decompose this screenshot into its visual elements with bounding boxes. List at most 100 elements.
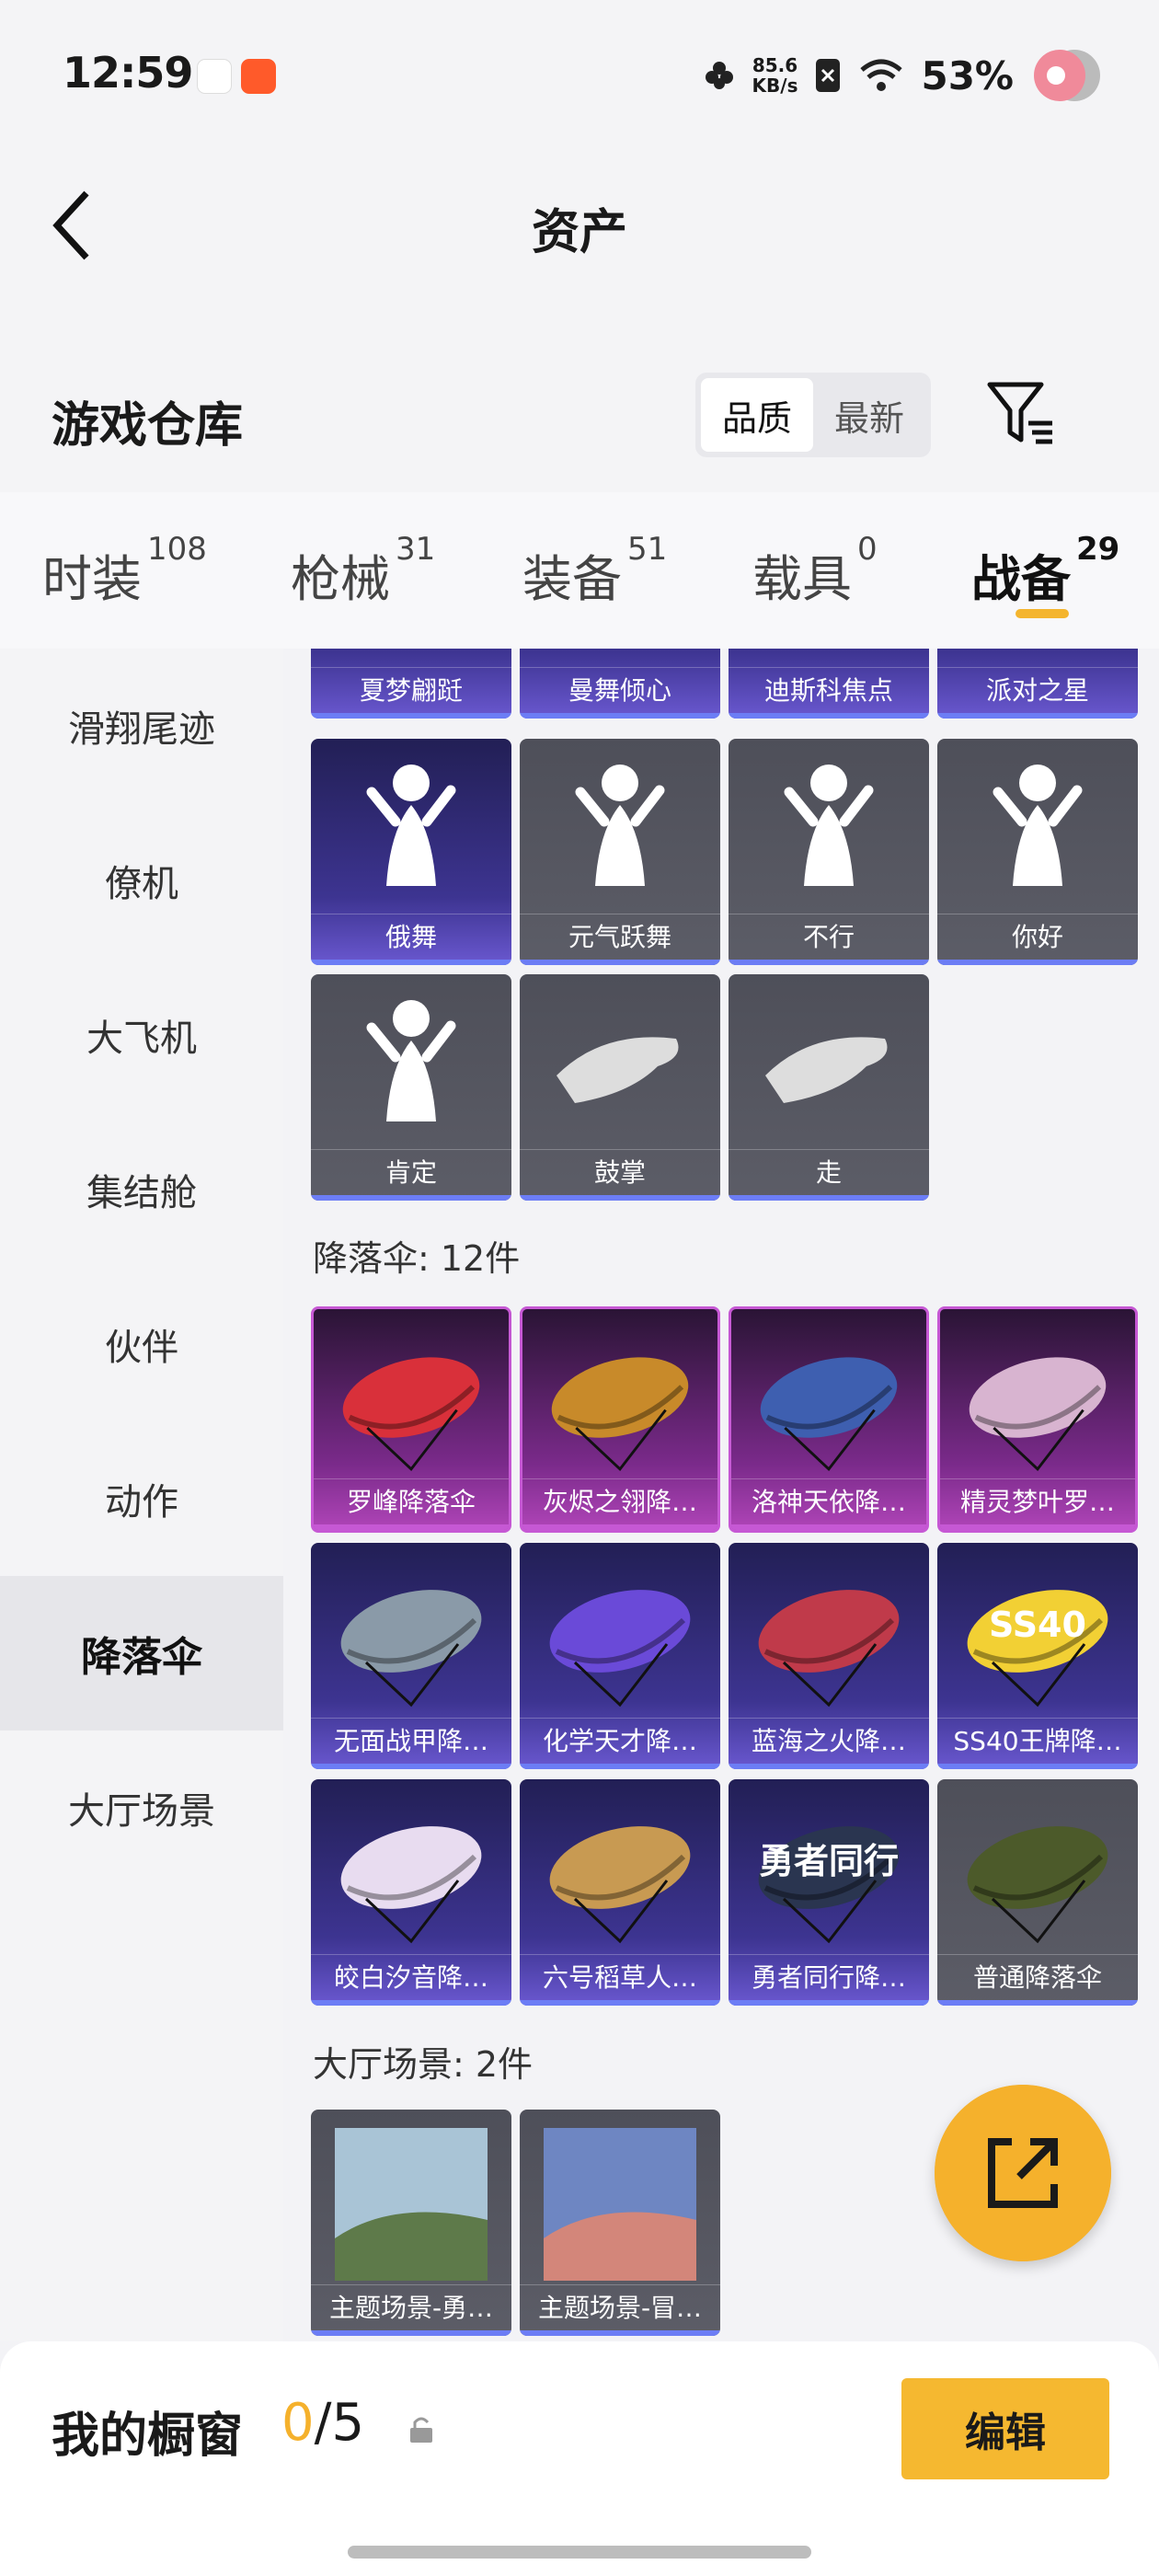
rarity-bar	[520, 2330, 720, 2336]
item-label: 不行	[729, 914, 929, 960]
sidebar-item-partner[interactable]: 伙伴	[0, 1267, 283, 1421]
showcase-total: /5	[314, 2393, 365, 2453]
tab-vehicles[interactable]: 载具0	[752, 531, 878, 611]
item-art	[784, 765, 874, 886]
tab-guns[interactable]: 枪械31	[291, 531, 435, 611]
item-label: 灰烬之翎降…	[522, 1478, 717, 1524]
item-label: 罗峰降落伞	[314, 1478, 509, 1524]
home-indicator	[348, 2546, 811, 2559]
svg-text:勇者同行: 勇者同行	[759, 1841, 899, 1881]
tab-label: 战备	[971, 550, 1071, 608]
warehouse-title: 游戏仓库	[52, 398, 244, 454]
item-label: 无面战甲降…	[311, 1718, 511, 1764]
tab-equipment[interactable]: 装备51	[522, 531, 667, 611]
sort-latest-option[interactable]: 最新	[813, 378, 925, 452]
item-art	[758, 1590, 900, 1708]
tab-count: 29	[1076, 531, 1120, 568]
action-card[interactable]: 曼舞倾心	[520, 649, 720, 719]
parachute-card[interactable]: 灰烬之翎降…	[520, 1306, 720, 1533]
rarity-bar	[520, 713, 720, 719]
sidebar: 滑翔尾迹 僚机 大飞机 集结舱 伙伴 动作 降落伞 大厅场景	[0, 649, 283, 2341]
rarity-bar	[520, 1195, 720, 1202]
lobby-section-header: 大厅场景: 2件	[313, 2044, 534, 2085]
action-card[interactable]: 肯定	[311, 974, 511, 1202]
share-icon[interactable]	[935, 2085, 1111, 2261]
item-label: 走	[729, 1149, 929, 1195]
item-label: 蓝海之火降…	[729, 1718, 929, 1764]
parachute-card[interactable]: 蓝海之火降…	[729, 1543, 929, 1769]
item-label: 夏梦翩跹	[311, 667, 511, 713]
filter-icon[interactable]	[984, 377, 1058, 451]
action-card[interactable]: 不行	[729, 739, 929, 965]
rarity-bar	[937, 960, 1138, 965]
lobby-scene-card[interactable]: 主题场景-冒…	[520, 2110, 720, 2336]
parachute-card[interactable]: 勇者同行 勇者同行降…	[729, 1779, 929, 2006]
rarity-bar	[522, 1524, 717, 1530]
tab-count: 51	[627, 531, 668, 568]
edit-button[interactable]: 编辑	[901, 2378, 1109, 2479]
sidebar-item-actions[interactable]: 动作	[0, 1421, 283, 1576]
active-tab-indicator	[1016, 609, 1069, 618]
action-card[interactable]: 迪斯科焦点	[729, 649, 929, 719]
action-card[interactable]: 鼓掌	[520, 974, 720, 1202]
item-art	[551, 1357, 689, 1472]
rarity-bar	[311, 713, 511, 719]
parachute-card[interactable]: 洛神天依降…	[729, 1306, 929, 1533]
parachute-card[interactable]: 精灵梦叶罗…	[937, 1306, 1138, 1533]
rarity-bar	[937, 1764, 1138, 1769]
tab-label: 装备	[522, 550, 622, 608]
parachute-card[interactable]: 皎白汐音降…	[311, 1779, 511, 2006]
item-label: 皎白汐音降…	[311, 1954, 511, 2000]
showcase-current: 0	[281, 2393, 315, 2453]
item-label: 你好	[937, 914, 1138, 960]
sort-quality-option[interactable]: 品质	[701, 378, 813, 452]
parachute-card[interactable]: SS40 SS40王牌降…	[937, 1543, 1138, 1769]
item-label: 肯定	[311, 1149, 511, 1195]
sidebar-item-parachute[interactable]: 降落伞	[0, 1576, 283, 1731]
parachute-card[interactable]: 化学天才降…	[520, 1543, 720, 1769]
sim-icon	[816, 59, 841, 92]
status-right: 85.6 KB/s 53%	[703, 46, 1104, 105]
item-label: 洛神天依降…	[731, 1478, 926, 1524]
net-speed: 85.6 KB/s	[752, 55, 798, 96]
flower-icon	[705, 62, 733, 89]
lobby-scene-card[interactable]: 主题场景-勇…	[311, 2110, 511, 2336]
net-speed-unit: KB/s	[752, 75, 798, 97]
rarity-bar	[314, 1524, 509, 1530]
action-card[interactable]: 派对之星	[937, 649, 1138, 719]
item-art	[760, 1357, 898, 1472]
tab-fashion[interactable]: 时装108	[42, 531, 207, 611]
action-card[interactable]: 你好	[937, 739, 1138, 965]
sidebar-item-lobby-scene[interactable]: 大厅场景	[0, 1731, 283, 1885]
action-card[interactable]: 夏梦翩跹	[311, 649, 511, 719]
item-art: SS40	[967, 1590, 1108, 1708]
rarity-bar	[937, 2000, 1138, 2006]
parachute-card[interactable]: 无面战甲降…	[311, 1543, 511, 1769]
parachute-card[interactable]: 罗峰降落伞	[311, 1306, 511, 1533]
item-label: 主题场景-勇…	[311, 2284, 511, 2330]
parachute-card[interactable]: 六号稻草人…	[520, 1779, 720, 2006]
item-art	[340, 1826, 482, 1944]
action-card[interactable]: 走	[729, 974, 929, 1202]
item-art	[366, 765, 456, 886]
rarity-bar	[311, 2330, 511, 2336]
lock-icon	[410, 2417, 432, 2443]
sidebar-item-big-plane[interactable]: 大飞机	[0, 958, 283, 1112]
sidebar-item-wingman[interactable]: 僚机	[0, 803, 283, 958]
action-card[interactable]: 元气跃舞	[520, 739, 720, 965]
item-art	[335, 2128, 488, 2281]
net-speed-value: 85.6	[752, 54, 798, 76]
parachute-card[interactable]: 普通降落伞	[937, 1779, 1138, 2006]
sidebar-item-assembly-pod[interactable]: 集结舱	[0, 1112, 283, 1267]
tab-label: 枪械	[291, 550, 390, 608]
rarity-bar	[729, 713, 929, 719]
sidebar-item-glide-trail[interactable]: 滑翔尾迹	[0, 649, 283, 803]
status-time: 12:59	[63, 48, 193, 98]
tab-battle-gear[interactable]: 战备29	[971, 531, 1119, 611]
tab-label: 时装	[42, 550, 142, 608]
action-card[interactable]: 俄舞	[311, 739, 511, 965]
item-label: 俄舞	[311, 914, 511, 960]
item-label: 精灵梦叶罗…	[940, 1478, 1135, 1524]
item-art	[993, 765, 1083, 886]
warehouse-header: 游戏仓库 品质 最新	[0, 331, 1159, 492]
